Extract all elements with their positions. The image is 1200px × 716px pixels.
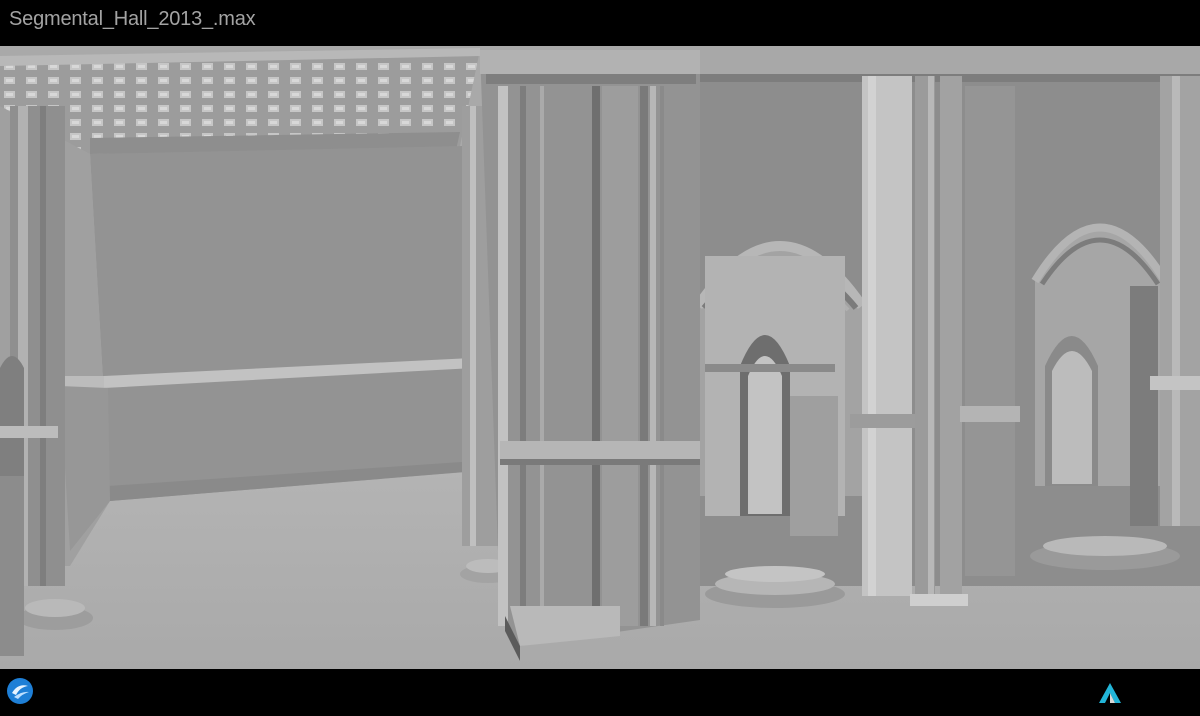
title-bar: Segmental_Hall_2013_.max [0,0,1200,46]
window-title: Segmental_Hall_2013_.max [9,8,256,30]
autodesk-logo-icon [1098,682,1122,704]
bottom-bar [0,669,1200,716]
twin-column-2 [940,76,962,606]
scene-render [0,46,1200,669]
right-pier [965,86,1015,576]
3d-viewport[interactable] [0,46,1200,669]
app-icon[interactable] [6,677,34,705]
main-pier [480,50,700,646]
back-wall [90,146,478,501]
